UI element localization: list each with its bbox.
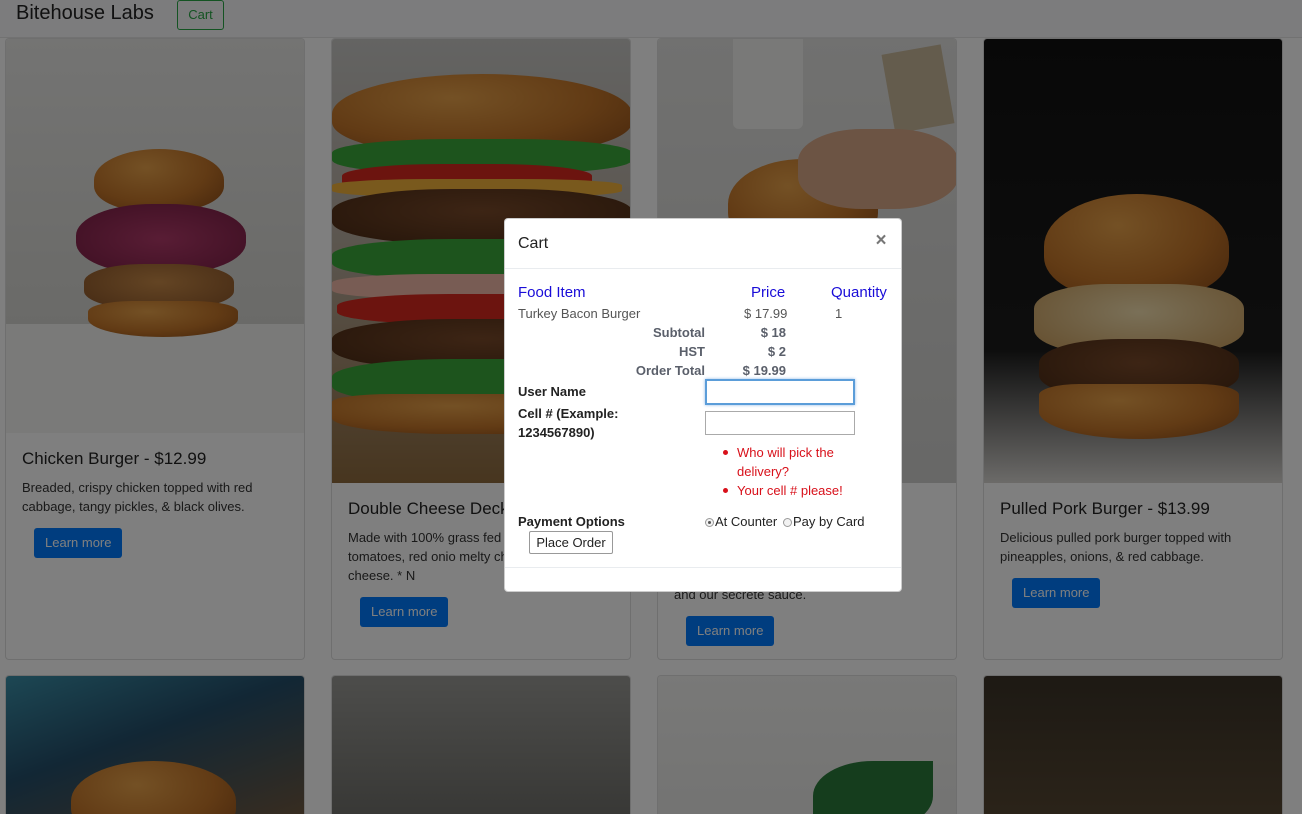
cart-modal: Cart × Food Item Price Quantity Turkey B… [504,218,902,592]
subtotal-value: $ 18 [760,325,786,340]
modal-footer-divider [505,567,901,568]
error-message: Your cell # please! [720,481,870,500]
column-header-price: Price [751,284,786,301]
cart-item-price: $ 17.99 [744,306,788,321]
bullet-icon [723,450,728,455]
close-icon[interactable]: × [873,231,889,251]
order-total-label: Order Total [635,363,705,378]
cell-number-label: Cell # (Example: 1234567890) [518,404,618,442]
cart-item-name: Turkey Bacon Burger [518,306,641,321]
cell-label-line: 1234567890) [518,425,595,440]
column-header-food-item: Food Item [518,284,586,301]
error-text: Your cell # please! [737,483,843,498]
place-order-button[interactable]: Place Order [529,531,613,554]
validation-errors: Who will pick the delivery? Your cell # … [720,443,870,500]
subtotal-label: Subtotal [653,325,705,340]
radio-pay-by-card-label[interactable]: Pay by Card [793,514,865,530]
column-header-quantity: Quantity [831,284,887,301]
cell-number-input[interactable] [705,411,855,435]
cart-item-quantity: 1 [835,306,843,321]
radio-at-counter-label[interactable]: At Counter [715,514,777,530]
modal-header: Cart × [505,219,901,269]
bullet-icon [723,488,728,493]
error-text: Who will pick the delivery? [737,445,834,479]
cell-label-line: Cell # (Example: [518,406,619,421]
radio-pay-by-card[interactable] [783,518,792,527]
order-total-value: $ 19.99 [742,363,786,378]
hst-value: $ 2 [767,344,786,359]
error-message: Who will pick the delivery? [720,443,870,481]
user-name-label: User Name [518,384,586,399]
user-name-input[interactable] [705,379,855,405]
payment-options-label: Payment Options [518,514,625,529]
radio-at-counter[interactable] [705,518,714,527]
modal-title: Cart [518,235,549,252]
hst-label: HST [679,344,705,359]
